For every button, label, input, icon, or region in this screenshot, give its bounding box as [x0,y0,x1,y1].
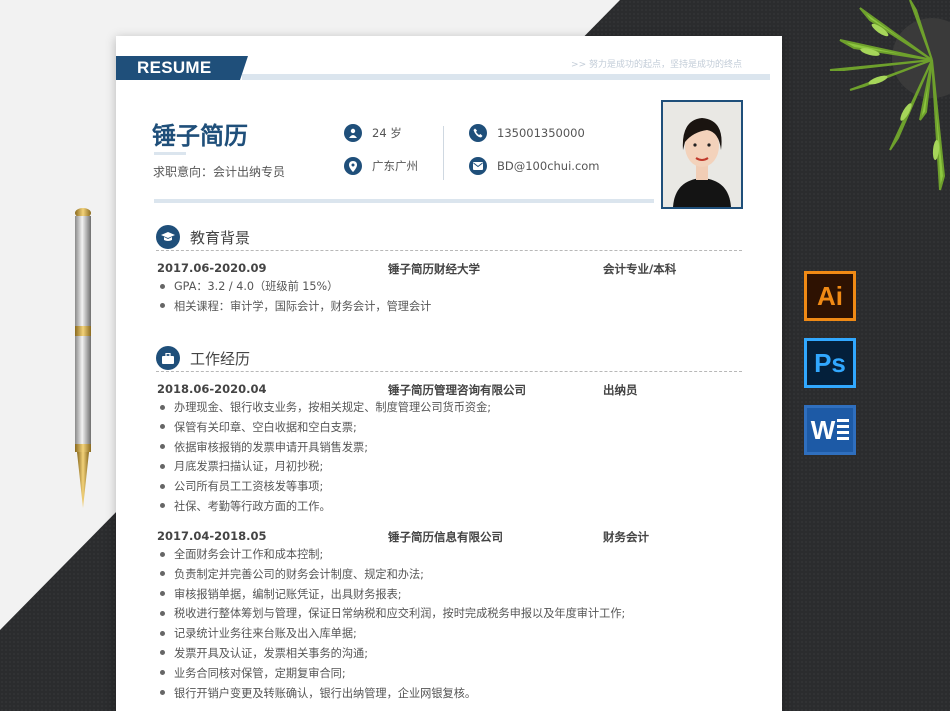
candidate-name: 锤子简历 [152,122,248,150]
list-item: 相关课程：审计学，国际会计，财务会计，管理会计 [160,297,431,317]
resume-header-band: RESUME [116,56,248,80]
work-section-title: 工作经历 [156,346,250,370]
job-company: 锤子简历信息有限公司 [388,530,503,544]
list-item: 记录统计业务往来台账及出入库单据; [160,624,625,644]
job-duties-list: 办理现金、银行收支业务，按相关规定、制度管理公司货币资金; 保管有关印章、空白收… [160,398,491,517]
location-text: 广东广州 [372,159,418,173]
education-title-text: 教育背景 [190,228,251,247]
plant-decoration [829,0,950,191]
email-icon [469,157,487,175]
photoshop-icon: Ps [804,338,856,388]
location-pin-icon [344,157,362,175]
education-period: 2017.06-2020.09 [157,261,267,275]
illustrator-icon: Ai [804,271,856,321]
job-duties-list: 全面财务会计工作和成本控制; 负责制定并完善公司的财务会计制度、规定和办法; 审… [160,545,625,703]
fountain-pen-decoration [75,208,91,508]
education-rule [156,250,742,251]
list-item: 全面财务会计工作和成本控制; [160,545,625,565]
list-item: 银行开销户变更及转账确认，银行出纳管理，企业网银复核。 [160,684,625,704]
email-text: BD@100chui.com [497,159,600,173]
job-intent: 求职意向：会计出纳专员 [153,165,286,179]
education-list: GPA：3.2 / 4.0（班级前 15%） 相关课程：审计学，国际会计，财务会… [160,277,431,317]
job-role: 出纳员 [603,383,638,397]
briefcase-icon [156,346,180,370]
work-rule [156,371,742,372]
header-line [242,74,770,80]
word-icon: W [804,405,856,455]
list-item: 保管有关印章、空白收据和空白支票; [160,418,491,438]
resume-paper: RESUME >> 努力是成功的起点，坚持是成功的终点 锤子简历 求职意向：会计… [116,36,782,711]
info-divider [443,126,444,180]
list-item: 公司所有员工工资核发等事项; [160,477,491,497]
work-title-text: 工作经历 [190,349,251,368]
info-separator-line [154,199,654,203]
info-email: BD@100chui.com [469,157,600,175]
job-role: 财务会计 [603,530,649,544]
education-school: 锤子简历财经大学 [388,262,480,276]
job-period: 2017.04-2018.05 [157,529,267,543]
phone-icon [469,124,487,142]
name-underline [154,152,186,155]
list-item: 社保、考勤等行政方面的工作。 [160,497,491,517]
education-major: 会计专业/本科 [603,262,677,276]
list-item: GPA：3.2 / 4.0（班级前 15%） [160,277,431,297]
info-location: 广东广州 [344,157,418,175]
list-item: 负责制定并完善公司的财务会计制度、规定和办法; [160,565,625,585]
list-item: 发票开具及认证，发票相关事务的沟通; [160,644,625,664]
info-phone: 135001350000 [469,124,585,142]
education-section-title: 教育背景 [156,225,250,249]
slogan: >> 努力是成功的起点，坚持是成功的终点 [571,60,742,70]
list-item: 审核报销单据，编制记账凭证，出具财务报表; [160,585,625,605]
list-item: 业务合同核对保管，定期复审合同; [160,664,625,684]
age-text: 24 岁 [372,126,402,140]
list-item: 办理现金、银行收支业务，按相关规定、制度管理公司货币资金; [160,398,491,418]
graduation-cap-icon [156,225,180,249]
resume-header-label: RESUME [137,58,212,77]
user-icon [344,124,362,142]
list-item: 税收进行整体筹划与管理，保证日常纳税和应交利润，按时完成税务申报以及年度审计工作… [160,604,625,624]
info-age: 24 岁 [344,124,402,142]
profile-photo [661,100,743,209]
job-period: 2018.06-2020.04 [157,382,267,396]
list-item: 月底发票扫描认证，月初抄税; [160,457,491,477]
job-company: 锤子简历管理咨询有限公司 [388,383,526,397]
phone-text: 135001350000 [497,126,585,140]
list-item: 依据审核报销的发票申请开具销售发票; [160,438,491,458]
